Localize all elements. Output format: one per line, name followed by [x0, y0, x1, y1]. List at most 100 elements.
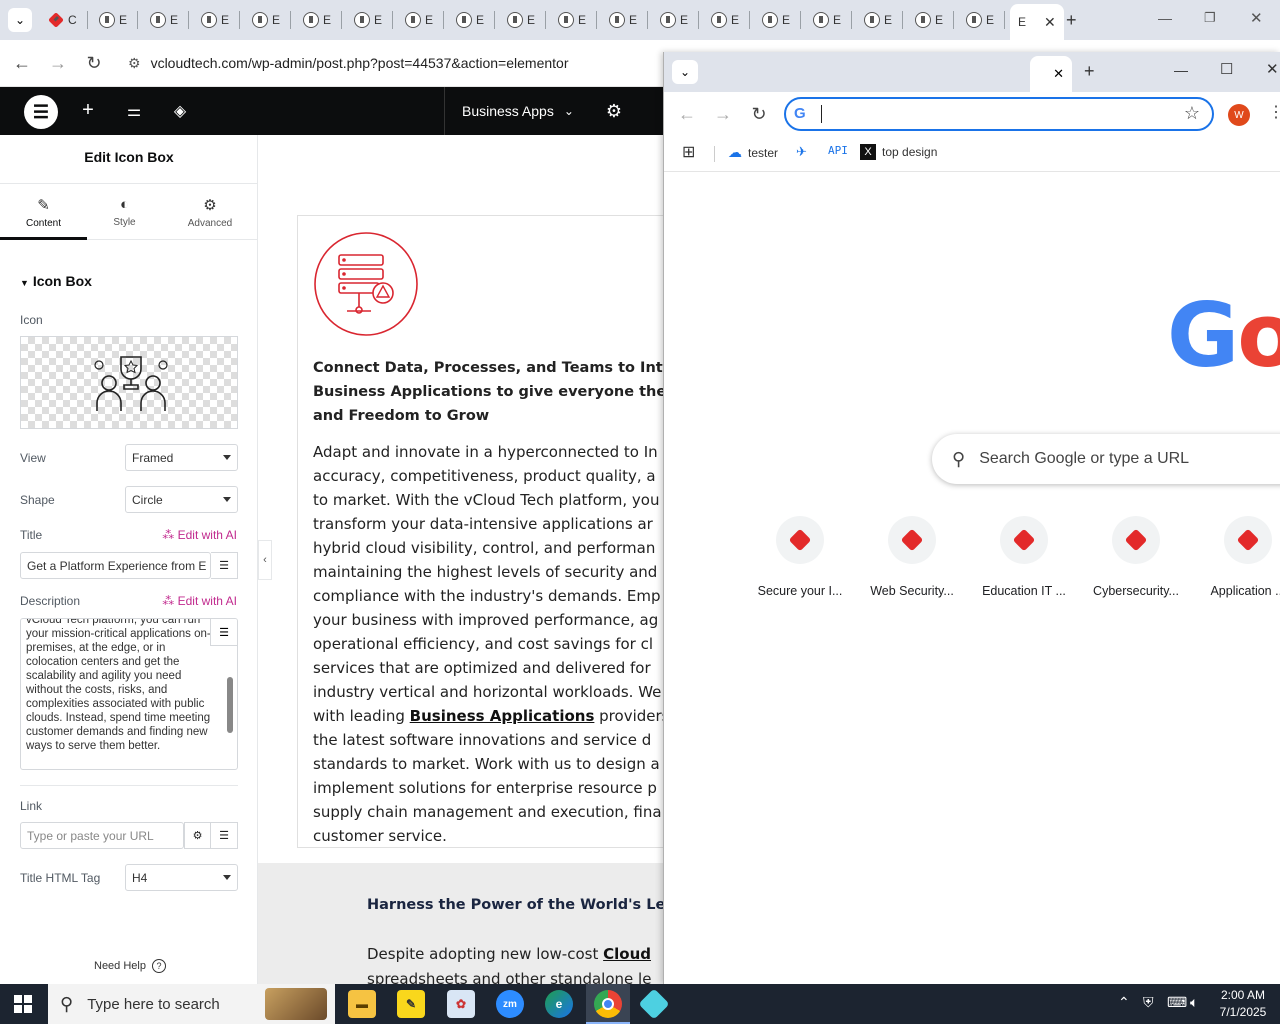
close-tab-icon[interactable]: ✕: [1053, 66, 1064, 82]
need-help-link[interactable]: Need Help ?: [94, 959, 166, 973]
scrollbar-thumb[interactable]: [227, 677, 233, 733]
close-tab-icon[interactable]: ✕: [1044, 14, 1056, 31]
title-input[interactable]: Get a Platform Experience from E: [20, 552, 211, 579]
tab-advanced[interactable]: ⚙ Advanced: [162, 184, 258, 240]
browser-tab[interactable]: E: [762, 8, 802, 32]
browser-tab[interactable]: E: [252, 8, 292, 32]
tab-content[interactable]: ✎ Content: [0, 184, 87, 240]
browser-tab[interactable]: E: [711, 8, 751, 32]
elementor-top-bar: ☰ + ⚌ ◈ Business Apps ⌄ ⚙: [0, 87, 663, 135]
security-icon[interactable]: ⛨: [1143, 994, 1154, 1011]
close-window-icon[interactable]: ✕: [1266, 60, 1279, 78]
site-selector[interactable]: Business Apps ⌄ ⚙: [444, 87, 622, 135]
description-textarea[interactable]: vCloud Tech platform, you can run your m…: [20, 618, 238, 770]
reload-icon[interactable]: ↻: [746, 101, 772, 127]
description-edit-with-ai-button[interactable]: ⁂ Edit with AI: [162, 594, 237, 608]
browser-tab[interactable]: E: [354, 8, 394, 32]
dynamic-tags-icon[interactable]: ☰: [211, 822, 238, 849]
business-applications-link[interactable]: Business Applications: [410, 707, 595, 725]
clock[interactable]: 2:00 AM 7/1/2025: [1214, 987, 1272, 1021]
html-tag-select[interactable]: H4: [125, 864, 238, 891]
browser-tab[interactable]: E: [456, 8, 496, 32]
reload-icon[interactable]: ↻: [81, 50, 107, 76]
cloud-link[interactable]: Cloud: [603, 945, 651, 963]
windows-start-icon[interactable]: [14, 995, 32, 1013]
bookmark-top-design[interactable]: X top design: [860, 144, 937, 160]
tab-search-button[interactable]: ⌄: [8, 8, 32, 32]
browser-tab[interactable]: E: [507, 8, 547, 32]
browser-tab[interactable]: E: [99, 8, 139, 32]
dynamic-tags-icon[interactable]: ☰: [211, 552, 238, 579]
apps-grid-icon[interactable]: ⊞: [682, 142, 695, 162]
browser-tab[interactable]: E: [405, 8, 445, 32]
section-toggle-icon-box[interactable]: ▼ Icon Box: [20, 273, 92, 289]
new-tab-button[interactable]: +: [1084, 61, 1095, 82]
active-tab[interactable]: E ✕: [1010, 4, 1064, 40]
browser-tab[interactable]: E: [660, 8, 700, 32]
back-icon[interactable]: ←: [9, 50, 35, 76]
collapse-panel-handle[interactable]: ‹: [258, 540, 272, 580]
browser-tab[interactable]: E: [966, 8, 1006, 32]
shortcut-tile[interactable]: Education IT ...: [968, 516, 1080, 598]
file-explorer-icon[interactable]: ▬: [348, 990, 376, 1018]
browser-tab[interactable]: E: [915, 8, 955, 32]
google-search-box[interactable]: ⚲ Search Google or type a URL: [932, 434, 1280, 484]
shortcut-tile[interactable]: Secure your I...: [744, 516, 856, 598]
elementor-logo-icon[interactable]: ☰: [24, 95, 58, 129]
zoom-icon[interactable]: zm: [496, 990, 524, 1018]
network-icon[interactable]: ⌨: [1167, 994, 1187, 1011]
popup-active-tab[interactable]: ✕: [1030, 56, 1072, 92]
site-settings-sliders-icon[interactable]: ⚌: [122, 101, 146, 121]
paint-icon[interactable]: ✿: [447, 990, 475, 1018]
browser-tab[interactable]: E: [864, 8, 904, 32]
browser-tab[interactable]: E: [201, 8, 241, 32]
sticky-notes-icon[interactable]: ✎: [397, 990, 425, 1018]
profile-avatar[interactable]: W: [1228, 104, 1250, 126]
browser-tab[interactable]: C: [48, 8, 88, 32]
close-window-icon[interactable]: ✕: [1250, 9, 1263, 27]
tab-search-button[interactable]: ⌄: [672, 60, 698, 84]
new-tab-button[interactable]: +: [1066, 10, 1077, 31]
bookmark-api[interactable]: API: [828, 144, 848, 157]
bookmark-tester[interactable]: ☁ tester: [728, 144, 778, 161]
show-hidden-icons[interactable]: ⌃: [1118, 994, 1130, 1011]
tab-style[interactable]: ◐ Style: [87, 184, 162, 240]
add-element-icon[interactable]: +: [76, 99, 100, 122]
back-icon[interactable]: ←: [674, 101, 700, 127]
taskbar-search[interactable]: ⚲ Type here to search: [48, 984, 335, 1024]
browser-tab[interactable]: E: [813, 8, 853, 32]
link-input[interactable]: Type or paste your URL: [20, 822, 184, 849]
forward-icon[interactable]: →: [710, 101, 736, 127]
app-icon[interactable]: [638, 988, 670, 1020]
browser-tab[interactable]: E: [150, 8, 190, 32]
dynamic-tags-icon[interactable]: ☰: [210, 619, 237, 646]
shortcut-tile[interactable]: Application ...: [1192, 516, 1280, 598]
shape-select[interactable]: Circle: [125, 486, 238, 513]
browser-tab[interactable]: E: [609, 8, 649, 32]
browser-tab[interactable]: E: [558, 8, 598, 32]
restore-icon[interactable]: ❐: [1204, 10, 1216, 26]
page-settings-gear-icon[interactable]: ⚙: [606, 101, 622, 122]
maximize-icon[interactable]: ☐: [1220, 60, 1233, 78]
browser-tab[interactable]: E: [303, 8, 343, 32]
edge-icon[interactable]: e: [545, 990, 573, 1018]
view-select[interactable]: Framed: [125, 444, 238, 471]
minimize-icon[interactable]: —: [1174, 62, 1188, 78]
address-bar[interactable]: ⚙ vcloudtech.com/wp-admin/post.php?post=…: [120, 46, 660, 80]
volume-icon[interactable]: 🔈︎: [1190, 994, 1198, 1011]
site-settings-icon[interactable]: ⚙: [128, 55, 141, 72]
minimize-icon[interactable]: —: [1158, 10, 1172, 26]
forward-icon[interactable]: →: [45, 50, 71, 76]
link-options-gear-icon[interactable]: ⚙: [184, 822, 211, 849]
structure-layers-icon[interactable]: ◈: [168, 101, 192, 121]
icon-box-widget[interactable]: Connect Data, Processes, and Teams to In…: [297, 215, 663, 848]
bookmark-star-icon[interactable]: ☆: [1184, 103, 1200, 124]
icon-picker-preview[interactable]: [20, 336, 238, 429]
bookmark-bird[interactable]: ✈: [796, 144, 807, 160]
menu-icon[interactable]: ⋮: [1268, 102, 1280, 122]
chrome-taskbar-active[interactable]: [586, 984, 630, 1024]
popup-omnibox[interactable]: G ☆: [784, 97, 1214, 131]
shortcut-tile[interactable]: Web Security...: [856, 516, 968, 598]
shortcut-tile[interactable]: Cybersecurity...: [1080, 516, 1192, 598]
title-edit-with-ai-button[interactable]: ⁂ Edit with AI: [162, 528, 237, 542]
